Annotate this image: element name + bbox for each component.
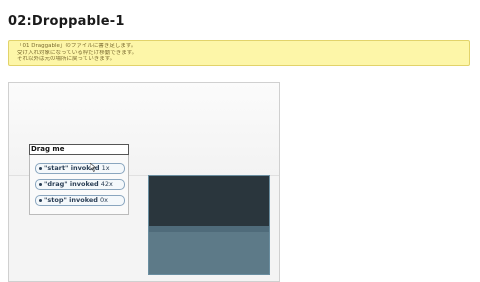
event-drag-badge: "drag" invoked 42x [35, 179, 125, 190]
cursor-icon [90, 163, 96, 172]
droppable-target[interactable] [148, 175, 270, 275]
event-start-badge: "start" invoked 1x [35, 163, 125, 174]
bullet-icon [39, 166, 42, 170]
event-stop-badge: "stop" invoked 0x [35, 195, 125, 206]
bullet-icon [39, 182, 42, 186]
event-count: 42x [100, 180, 113, 188]
bullet-icon [39, 198, 42, 202]
draggable-handle[interactable]: Drag me [29, 144, 129, 155]
event-count: 1x [101, 164, 110, 172]
notice-line: それ以外は元の場所に戻っていきます。 [17, 56, 116, 62]
droppable-upper [149, 176, 269, 226]
event-count: 0x [99, 196, 108, 204]
page-title: 02:Droppable-1 [8, 14, 125, 29]
draggable-box[interactable]: "start" invoked 1x "drag" invoked 42x "s… [29, 155, 129, 215]
event-name: "stop" invoked [44, 196, 98, 204]
notice-box: 「01 Draggable」のファイルに書き足します。 受け入れ対象になっている… [8, 40, 470, 66]
droppable-lower [149, 232, 269, 274]
event-name: "drag" invoked [44, 180, 99, 188]
